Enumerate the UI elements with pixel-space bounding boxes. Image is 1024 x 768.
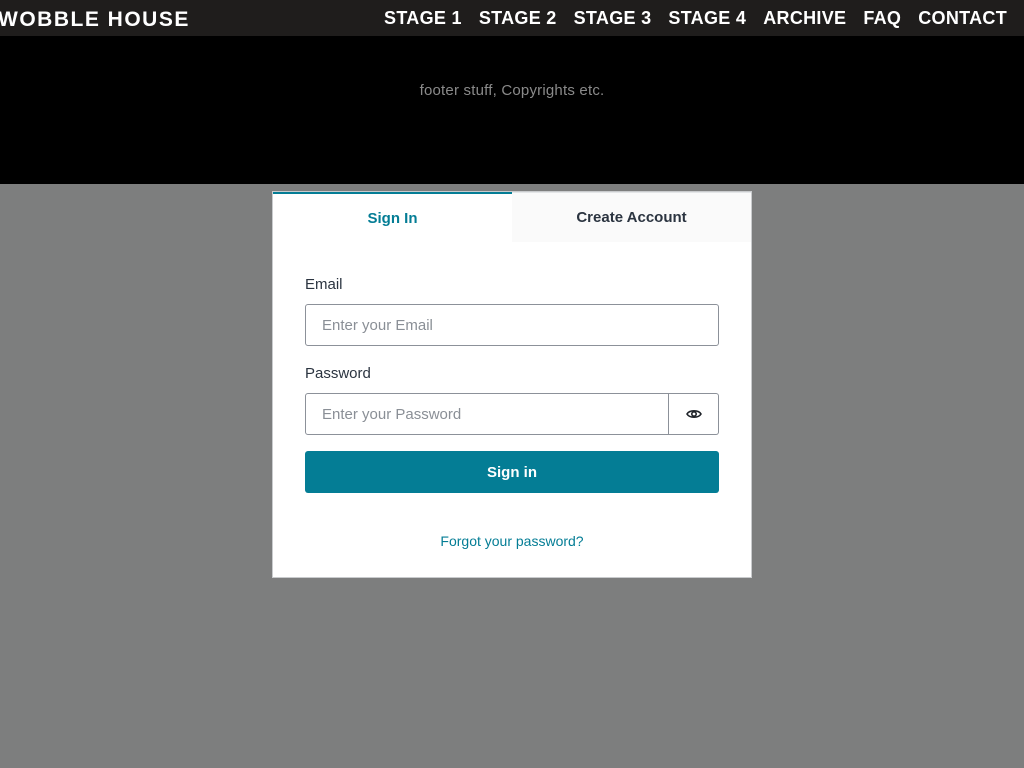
nav-item-contact[interactable]: CONTACT <box>918 8 1007 29</box>
nav-item-archive[interactable]: ARCHIVE <box>763 8 846 29</box>
auth-tabs: Sign In Create Account <box>273 192 751 242</box>
forgot-password-link[interactable]: Forgot your password? <box>305 533 719 549</box>
nav-item-stage-3[interactable]: STAGE 3 <box>574 8 652 29</box>
nav-item-stage-4[interactable]: STAGE 4 <box>668 8 746 29</box>
nav-item-stage-2[interactable]: STAGE 2 <box>479 8 557 29</box>
eye-icon <box>685 408 702 420</box>
nav-item-faq[interactable]: FAQ <box>863 8 901 29</box>
tab-create-account[interactable]: Create Account <box>512 192 751 242</box>
main-nav: STAGE 1 STAGE 2 STAGE 3 STAGE 4 ARCHIVE … <box>384 8 1007 29</box>
footer-text: footer stuff, Copyrights etc. <box>419 82 605 99</box>
password-label: Password <box>305 365 371 382</box>
password-row <box>305 393 719 435</box>
sign-in-button[interactable]: Sign in <box>305 451 719 493</box>
page: WOBBLE HOUSE STAGE 1 STAGE 2 STAGE 3 STA… <box>0 0 1024 768</box>
nav-item-stage-1[interactable]: STAGE 1 <box>384 8 462 29</box>
sign-in-form: Email Password Sign in Forgot your passw… <box>273 276 751 549</box>
site-header: WOBBLE HOUSE STAGE 1 STAGE 2 STAGE 3 STA… <box>0 0 1024 36</box>
tab-sign-in[interactable]: Sign In <box>273 192 512 242</box>
password-field[interactable] <box>305 393 669 435</box>
email-field[interactable] <box>305 304 719 346</box>
show-password-button[interactable] <box>669 393 719 435</box>
email-label: Email <box>305 276 343 293</box>
auth-modal: Sign In Create Account Email Password <box>272 191 752 578</box>
site-brand[interactable]: WOBBLE HOUSE <box>0 8 190 32</box>
footer-band: footer stuff, Copyrights etc. <box>0 36 1024 184</box>
